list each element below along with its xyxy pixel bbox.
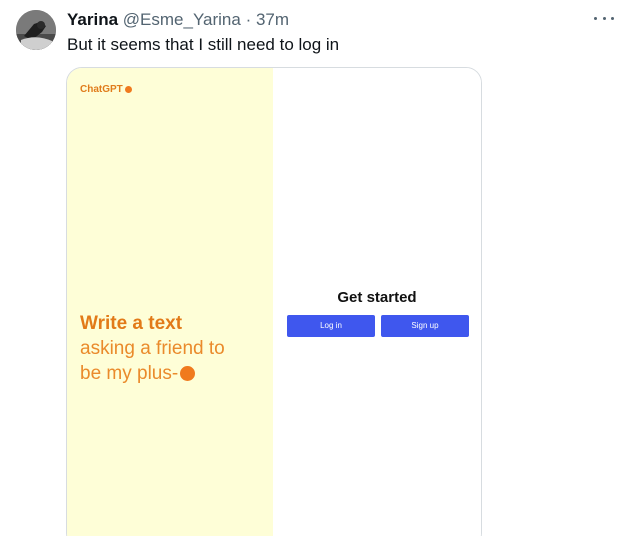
get-started-heading: Get started bbox=[337, 289, 417, 306]
timestamp[interactable]: 37m bbox=[256, 10, 289, 29]
tweet-card: Yarina @Esme_Yarina · 37m But it seems t… bbox=[0, 0, 630, 536]
separator-dot: · bbox=[245, 10, 252, 29]
auth-panel: Get started Log in Sign up bbox=[273, 68, 481, 536]
brand-name: ChatGPT bbox=[80, 84, 123, 95]
signup-button[interactable]: Sign up bbox=[381, 315, 469, 337]
avatar-image bbox=[16, 10, 56, 50]
login-button[interactable]: Log in bbox=[287, 315, 375, 337]
headline-line-3: be my plus- bbox=[80, 363, 179, 384]
promo-panel: ChatGPT Write a text asking a friend to … bbox=[67, 68, 273, 536]
author-handle[interactable]: @Esme_Yarina bbox=[123, 10, 241, 29]
more-horizontal-icon[interactable] bbox=[594, 10, 614, 26]
author-name[interactable]: Yarina bbox=[67, 10, 118, 29]
brand-dot-icon bbox=[124, 86, 132, 93]
tweet-header: Yarina @Esme_Yarina · 37m bbox=[67, 10, 289, 30]
brand-logo: ChatGPT bbox=[80, 84, 132, 95]
cursor-dot-icon bbox=[180, 366, 196, 381]
avatar[interactable] bbox=[16, 10, 56, 50]
headline-bold: Write a text bbox=[80, 313, 183, 334]
headline-line-2: asking a friend to bbox=[80, 338, 225, 359]
attached-image[interactable]: ChatGPT Write a text asking a friend to … bbox=[66, 67, 482, 536]
tweet-text: But it seems that I still need to log in bbox=[67, 35, 340, 54]
promo-headline: Write a text asking a friend to be my pl… bbox=[80, 311, 270, 386]
headline-line-3-wrap: be my plus- bbox=[80, 361, 270, 386]
